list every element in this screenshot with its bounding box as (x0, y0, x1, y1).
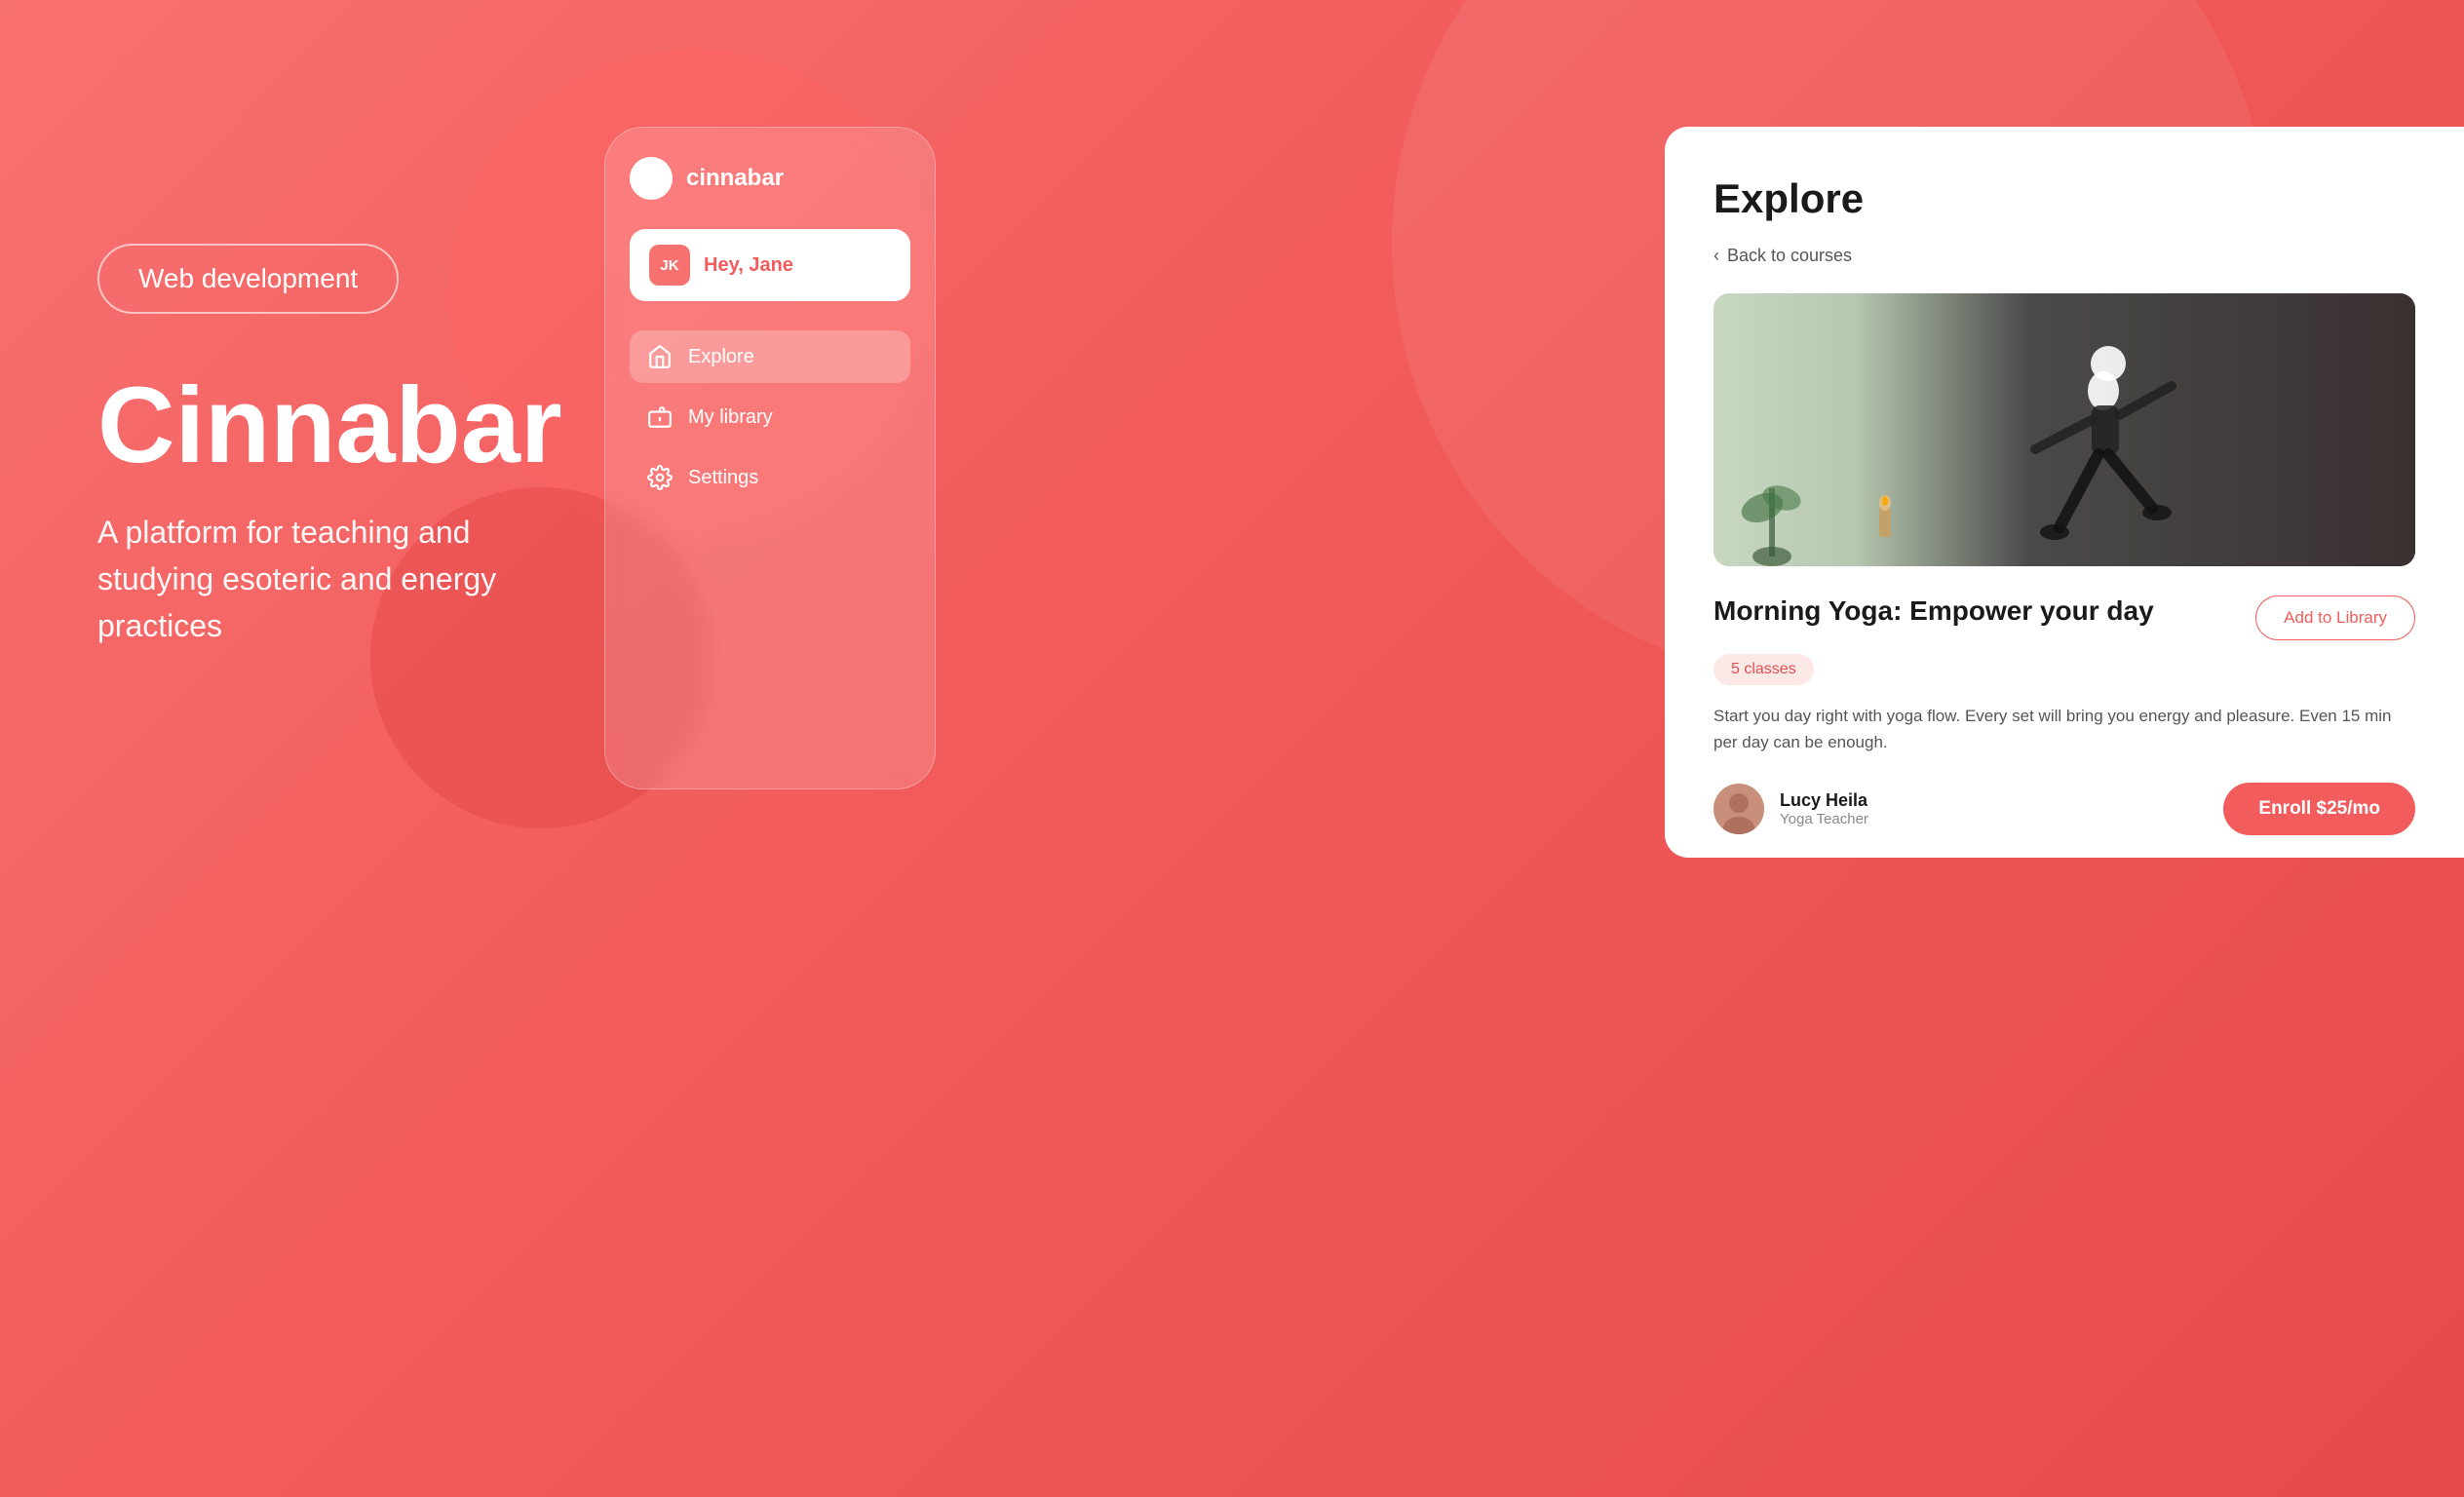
brand-subtitle: A platform for teaching and studying eso… (97, 509, 585, 649)
left-section: Web development Cinnabar A platform for … (97, 244, 585, 649)
instructor-title: Yoga Teacher (1780, 811, 1868, 827)
settings-icon (647, 465, 673, 490)
course-info-row: Morning Yoga: Empower your day Add to Li… (1713, 595, 2415, 640)
classes-badge: 5 classes (1713, 654, 1814, 685)
instructor-row: Lucy Heila Yoga Teacher Enroll $25/mo (1713, 783, 2415, 835)
back-chevron-icon: ‹ (1713, 246, 1719, 266)
library-icon (647, 404, 673, 430)
home-icon (647, 344, 673, 369)
desktop-panel: Explore ‹ Back to courses (1665, 127, 2464, 858)
explore-nav-label: Explore (688, 346, 754, 368)
back-to-courses-link[interactable]: ‹ Back to courses (1713, 246, 2415, 266)
brand-title: Cinnabar (97, 372, 585, 480)
candle-decoration (1869, 483, 1899, 547)
nav-item-library[interactable]: My library (630, 391, 910, 443)
greeting-text: Hey, Jane (704, 254, 793, 277)
instructor-avatar-img (1713, 784, 1764, 834)
course-title: Morning Yoga: Empower your day (1713, 595, 2154, 627)
nav-item-explore[interactable]: Explore (630, 330, 910, 383)
nav-item-settings[interactable]: Settings (630, 451, 910, 504)
course-image (1713, 293, 2415, 566)
course-description: Start you day right with yoga flow. Ever… (1713, 703, 2415, 755)
user-avatar: JK (649, 245, 690, 286)
app-header: cinnabar (630, 157, 910, 200)
app-logo (630, 157, 673, 200)
plant-decoration (1733, 430, 1811, 566)
back-link-label: Back to courses (1727, 246, 1852, 266)
instructor-info: Lucy Heila Yoga Teacher (1713, 784, 1868, 834)
app-name-label: cinnabar (686, 165, 784, 192)
instructor-name: Lucy Heila (1780, 790, 1868, 811)
panel-title: Explore (1713, 175, 2415, 222)
instructor-avatar (1713, 784, 1764, 834)
instructor-text: Lucy Heila Yoga Teacher (1780, 790, 1868, 827)
enroll-button[interactable]: Enroll $25/mo (2223, 783, 2415, 835)
settings-nav-label: Settings (688, 467, 758, 489)
library-nav-label: My library (688, 406, 773, 429)
add-to-library-button[interactable]: Add to Library (2255, 595, 2415, 640)
yoga-figure (2006, 313, 2201, 566)
mobile-mockup: cinnabar JK Hey, Jane Explore My library… (604, 127, 936, 789)
web-dev-badge: Web development (97, 244, 399, 314)
user-greeting-card[interactable]: JK Hey, Jane (630, 229, 910, 301)
